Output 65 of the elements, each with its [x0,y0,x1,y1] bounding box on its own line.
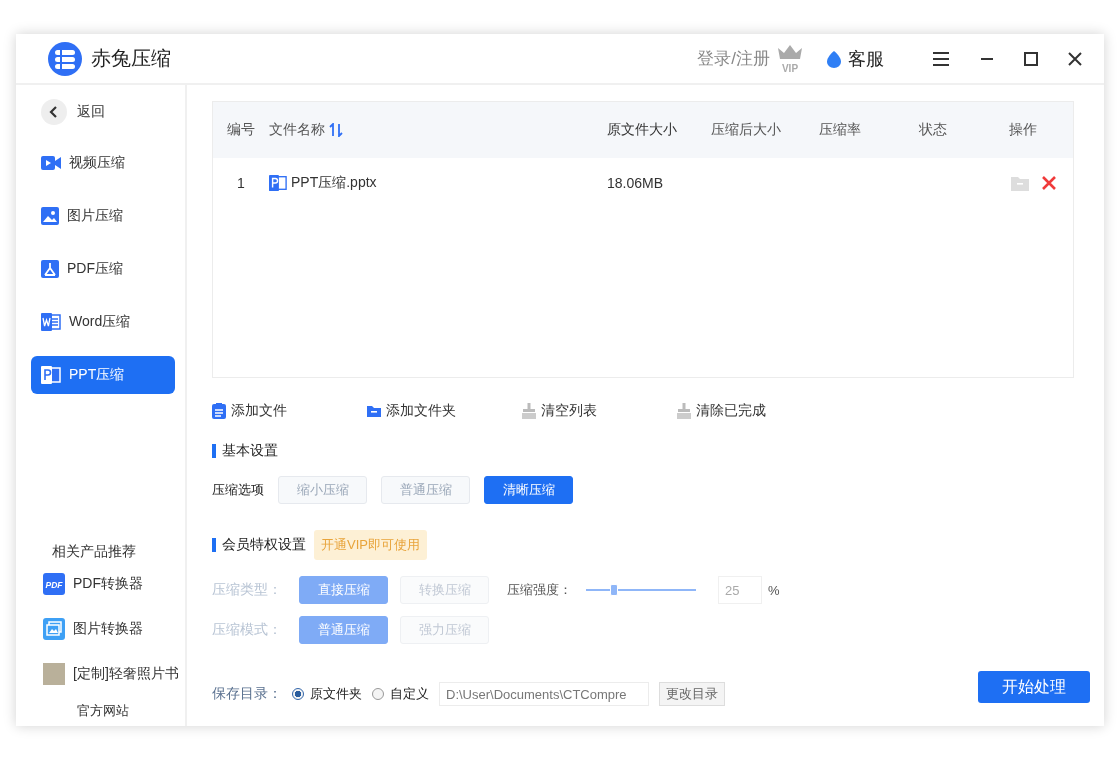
save-directory-label: 保存目录： [212,685,282,703]
start-button[interactable]: 开始处理 [978,671,1090,703]
column-header: 原文件大小 [606,121,678,139]
broom-icon [677,403,691,419]
sort-icon[interactable] [329,123,343,137]
column-header: 压缩率 [819,121,862,139]
mode-label: 压缩模式： [212,621,283,639]
section-title: 会员特权设置 [222,536,306,554]
broom-icon [522,403,536,419]
type-label: 压缩类型： [212,581,283,599]
file-name: PPT压缩.pptx [291,174,377,192]
product-link[interactable]: PDF PDF转换器 [43,573,143,595]
image-icon [41,207,59,225]
website-link[interactable]: 官方网站 [77,702,129,720]
pdf-icon [41,260,59,278]
toolbar-button[interactable]: 添加文件夹 [367,402,522,420]
delete-icon[interactable] [1041,175,1057,191]
video-camera-icon [41,155,61,171]
presentation-file-icon [269,174,287,192]
column-header: 编号 [226,121,256,139]
presentation-icon [41,366,61,384]
sidebar-item[interactable]: 视频压缩 [31,144,175,182]
strength-label: 压缩强度： [507,581,572,599]
close-icon[interactable] [1068,51,1082,66]
table-cell-text: 18.06MB [606,175,665,191]
support-button[interactable]: 客服 [826,46,884,71]
related-products-heading: 相关产品推荐 [52,543,136,561]
sidebar-item[interactable]: PPT压缩 [31,356,175,394]
toolbar-button[interactable]: 清除已完成 [677,402,832,420]
compression-option[interactable]: 清晰压缩 [484,476,573,504]
column-header: 文件名称 [269,121,599,139]
word-document-icon [41,313,61,331]
column-header: 状态 [919,121,948,139]
app-title: 赤兔压缩 [91,46,171,71]
toolbar-button[interactable]: 清空列表 [522,402,677,420]
support-icon [826,49,842,68]
app-logo-icon [47,40,83,77]
login-link[interactable]: 登录/注册 [697,47,770,70]
back-button[interactable]: 返回 [41,95,105,129]
product-link[interactable]: 图片转换器 [43,618,143,640]
column-header: 压缩后大小 [711,121,782,139]
sidebar-item[interactable]: PDF压缩 [31,250,175,288]
pdf-icon: PDF [43,573,65,595]
maximize-icon[interactable] [1024,51,1038,66]
radio-button[interactable] [292,688,304,700]
column-header: 操作 [1009,121,1038,139]
change-directory-button[interactable]: 更改目录 [659,682,725,706]
radio-option[interactable]: 原文件夹 [292,685,362,703]
percent-unit: % [768,582,780,598]
path-field[interactable]: D:\User\Documents\CTCompre [439,682,649,706]
option-label: 压缩选项 [212,481,264,499]
table-cell-text: 1 [236,175,246,191]
radio-option[interactable]: 自定义 [372,685,429,703]
clipboard-icon [212,403,226,419]
image-stack-icon [43,618,65,640]
folder-icon [367,405,381,417]
menu-icon[interactable] [932,50,950,67]
section-title: 基本设置 [222,442,278,460]
minimize-icon[interactable] [980,56,994,61]
sidebar-item[interactable]: Word压缩 [31,303,175,341]
photo-placeholder [43,663,65,685]
sidebar-item[interactable]: 图片压缩 [31,197,175,235]
product-link[interactable]: [定制]轻奢照片书 [43,663,179,685]
toolbar-button[interactable]: 添加文件 [212,402,367,420]
radio-button[interactable] [372,688,384,700]
